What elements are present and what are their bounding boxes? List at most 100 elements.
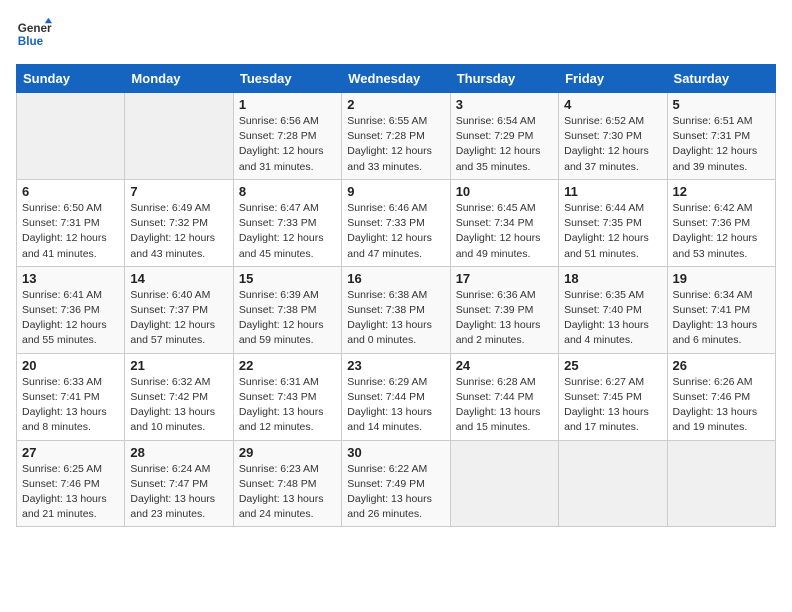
- calendar-day-29: 29Sunrise: 6:23 AM Sunset: 7:48 PM Dayli…: [233, 440, 341, 527]
- day-info: Sunrise: 6:42 AM Sunset: 7:36 PM Dayligh…: [673, 201, 770, 262]
- day-number: 30: [347, 445, 444, 460]
- calendar-day-22: 22 Sunrise: 6:31 AM Sunset: 7:43 PM Dayli…: [233, 353, 341, 440]
- day-number: 24: [456, 358, 553, 373]
- day-number: 22: [239, 358, 336, 373]
- calendar-empty-cell: [667, 440, 775, 527]
- day-header-sunday: Sunday: [17, 65, 125, 93]
- calendar-day-9: 9Sunrise: 6:46 AM Sunset: 7:33 PM Daylig…: [342, 179, 450, 266]
- day-number: 14: [130, 271, 227, 286]
- calendar-day-17: 17 Sunrise: 6:36 AM Sunset: 7:39 PM Dayli…: [450, 266, 558, 353]
- day-info: Sunrise: 6:41 AM Sunset: 7:36 PM Dayligh…: [22, 288, 119, 349]
- day-number: 13: [22, 271, 119, 286]
- day-number: 26: [673, 358, 770, 373]
- calendar-empty-cell: [17, 93, 125, 180]
- calendar-table: SundayMondayTuesdayWednesdayThursdayFrid…: [16, 64, 776, 527]
- day-info: Sunrise: 6:55 AM Sunset: 7:28 PM Dayligh…: [347, 114, 444, 175]
- day-number: 23: [347, 358, 444, 373]
- logo-icon: General Blue: [16, 16, 52, 52]
- day-number: 16: [347, 271, 444, 286]
- calendar-day-24: 24 Sunrise: 6:28 AM Sunset: 7:44 PM Dayli…: [450, 353, 558, 440]
- calendar-empty-cell: [125, 93, 233, 180]
- calendar-day-18: 18Sunrise: 6:35 AM Sunset: 7:40 PM Dayli…: [559, 266, 667, 353]
- day-info: Sunrise: 6:24 AM Sunset: 7:47 PM Dayligh…: [130, 462, 227, 523]
- day-info: Sunrise: 6:51 AM Sunset: 7:31 PM Dayligh…: [673, 114, 770, 175]
- calendar-week-row: 6Sunrise: 6:50 AM Sunset: 7:31 PM Daylig…: [17, 179, 776, 266]
- day-info: Sunrise: 6:23 AM Sunset: 7:48 PM Dayligh…: [239, 462, 336, 523]
- calendar-day-8: 8 Sunrise: 6:47 AM Sunset: 7:33 PM Daylig…: [233, 179, 341, 266]
- day-info: Sunrise: 6:36 AM Sunset: 7:39 PM Dayligh…: [456, 288, 553, 349]
- calendar-day-6: 6Sunrise: 6:50 AM Sunset: 7:31 PM Daylig…: [17, 179, 125, 266]
- calendar-day-10: 10 Sunrise: 6:45 AM Sunset: 7:34 PM Dayli…: [450, 179, 558, 266]
- calendar-day-1: 1Sunrise: 6:56 AM Sunset: 7:28 PM Daylig…: [233, 93, 341, 180]
- day-number: 19: [673, 271, 770, 286]
- page-header: General Blue: [16, 16, 776, 52]
- day-info: Sunrise: 6:22 AM Sunset: 7:49 PM Dayligh…: [347, 462, 444, 523]
- calendar-empty-cell: [559, 440, 667, 527]
- day-info: Sunrise: 6:40 AM Sunset: 7:37 PM Dayligh…: [130, 288, 227, 349]
- calendar-day-14: 14 Sunrise: 6:40 AM Sunset: 7:37 PM Dayli…: [125, 266, 233, 353]
- calendar-day-3: 3 Sunrise: 6:54 AM Sunset: 7:29 PM Daylig…: [450, 93, 558, 180]
- day-number: 15: [239, 271, 336, 286]
- calendar-day-20: 20Sunrise: 6:33 AM Sunset: 7:41 PM Dayli…: [17, 353, 125, 440]
- calendar-week-row: 1Sunrise: 6:56 AM Sunset: 7:28 PM Daylig…: [17, 93, 776, 180]
- day-info: Sunrise: 6:54 AM Sunset: 7:29 PM Dayligh…: [456, 114, 553, 175]
- day-info: Sunrise: 6:33 AM Sunset: 7:41 PM Dayligh…: [22, 375, 119, 436]
- day-number: 28: [130, 445, 227, 460]
- svg-text:Blue: Blue: [18, 35, 44, 48]
- calendar-week-row: 13 Sunrise: 6:41 AM Sunset: 7:36 PM Dayli…: [17, 266, 776, 353]
- day-info: Sunrise: 6:32 AM Sunset: 7:42 PM Dayligh…: [130, 375, 227, 436]
- logo: General Blue: [16, 16, 54, 52]
- day-info: Sunrise: 6:27 AM Sunset: 7:45 PM Dayligh…: [564, 375, 661, 436]
- calendar-day-4: 4 Sunrise: 6:52 AM Sunset: 7:30 PM Daylig…: [559, 93, 667, 180]
- day-info: Sunrise: 6:49 AM Sunset: 7:32 PM Dayligh…: [130, 201, 227, 262]
- day-header-saturday: Saturday: [667, 65, 775, 93]
- day-number: 11: [564, 184, 661, 199]
- day-info: Sunrise: 6:47 AM Sunset: 7:33 PM Dayligh…: [239, 201, 336, 262]
- day-info: Sunrise: 6:45 AM Sunset: 7:34 PM Dayligh…: [456, 201, 553, 262]
- day-info: Sunrise: 6:31 AM Sunset: 7:43 PM Dayligh…: [239, 375, 336, 436]
- day-number: 21: [130, 358, 227, 373]
- day-info: Sunrise: 6:38 AM Sunset: 7:38 PM Dayligh…: [347, 288, 444, 349]
- day-number: 6: [22, 184, 119, 199]
- calendar-day-30: 30 Sunrise: 6:22 AM Sunset: 7:49 PM Dayli…: [342, 440, 450, 527]
- day-info: Sunrise: 6:44 AM Sunset: 7:35 PM Dayligh…: [564, 201, 661, 262]
- calendar-day-23: 23 Sunrise: 6:29 AM Sunset: 7:44 PM Dayli…: [342, 353, 450, 440]
- day-number: 1: [239, 97, 336, 112]
- day-number: 4: [564, 97, 661, 112]
- calendar-week-row: 27Sunrise: 6:25 AM Sunset: 7:46 PM Dayli…: [17, 440, 776, 527]
- day-header-monday: Monday: [125, 65, 233, 93]
- day-header-friday: Friday: [559, 65, 667, 93]
- calendar-day-12: 12 Sunrise: 6:42 AM Sunset: 7:36 PM Dayli…: [667, 179, 775, 266]
- calendar-day-7: 7 Sunrise: 6:49 AM Sunset: 7:32 PM Daylig…: [125, 179, 233, 266]
- day-number: 25: [564, 358, 661, 373]
- calendar-day-25: 25 Sunrise: 6:27 AM Sunset: 7:45 PM Dayli…: [559, 353, 667, 440]
- calendar-day-26: 26 Sunrise: 6:26 AM Sunset: 7:46 PM Dayli…: [667, 353, 775, 440]
- day-number: 3: [456, 97, 553, 112]
- calendar-day-19: 19Sunrise: 6:34 AM Sunset: 7:41 PM Dayli…: [667, 266, 775, 353]
- day-number: 2: [347, 97, 444, 112]
- calendar-day-5: 5 Sunrise: 6:51 AM Sunset: 7:31 PM Daylig…: [667, 93, 775, 180]
- calendar-day-15: 15 Sunrise: 6:39 AM Sunset: 7:38 PM Dayli…: [233, 266, 341, 353]
- calendar-header-row: SundayMondayTuesdayWednesdayThursdayFrid…: [17, 65, 776, 93]
- calendar-day-21: 21 Sunrise: 6:32 AM Sunset: 7:42 PM Dayli…: [125, 353, 233, 440]
- calendar-day-11: 11 Sunrise: 6:44 AM Sunset: 7:35 PM Dayli…: [559, 179, 667, 266]
- day-info: Sunrise: 6:29 AM Sunset: 7:44 PM Dayligh…: [347, 375, 444, 436]
- day-info: Sunrise: 6:52 AM Sunset: 7:30 PM Dayligh…: [564, 114, 661, 175]
- day-info: Sunrise: 6:26 AM Sunset: 7:46 PM Dayligh…: [673, 375, 770, 436]
- svg-text:General: General: [18, 22, 52, 35]
- day-number: 9: [347, 184, 444, 199]
- day-number: 27: [22, 445, 119, 460]
- day-number: 7: [130, 184, 227, 199]
- day-number: 12: [673, 184, 770, 199]
- day-info: Sunrise: 6:28 AM Sunset: 7:44 PM Dayligh…: [456, 375, 553, 436]
- day-number: 10: [456, 184, 553, 199]
- day-number: 5: [673, 97, 770, 112]
- day-number: 18: [564, 271, 661, 286]
- day-number: 8: [239, 184, 336, 199]
- day-header-tuesday: Tuesday: [233, 65, 341, 93]
- calendar-day-27: 27Sunrise: 6:25 AM Sunset: 7:46 PM Dayli…: [17, 440, 125, 527]
- day-info: Sunrise: 6:39 AM Sunset: 7:38 PM Dayligh…: [239, 288, 336, 349]
- day-number: 17: [456, 271, 553, 286]
- calendar-day-2: 2 Sunrise: 6:55 AM Sunset: 7:28 PM Daylig…: [342, 93, 450, 180]
- day-header-wednesday: Wednesday: [342, 65, 450, 93]
